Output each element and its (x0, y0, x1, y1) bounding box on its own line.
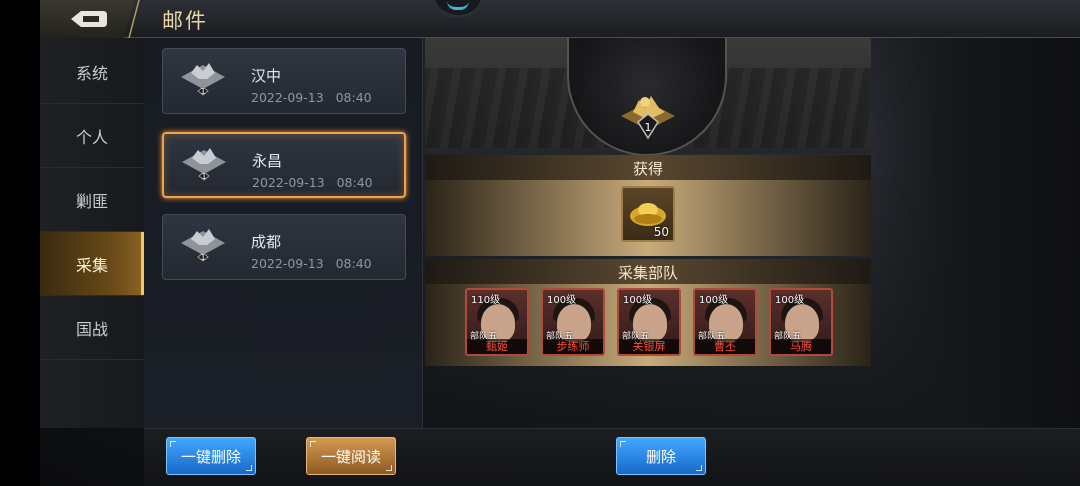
hero-card[interactable]: 110级 部队五 甄姬 (465, 288, 529, 356)
sidebar-item-system[interactable]: 系统 (40, 40, 144, 104)
hero-level: 110级 (471, 295, 501, 306)
mail-title: 永昌 (252, 152, 283, 170)
sidebar-item-personal[interactable]: 个人 (40, 104, 144, 168)
hero-level: 100级 (547, 295, 577, 306)
hero-card[interactable]: 100级 部队五 曹丕 (693, 288, 757, 356)
reward-band: 50 (425, 180, 871, 256)
sidebar-item-national-war[interactable]: 国战 (40, 296, 144, 360)
bottom-action-bar: 一键删除 一键阅读 删除 (144, 428, 1080, 486)
troop-band: 110级 部队五 甄姬 100级 部队五 步练师 100级 部队五 关银屏 10… (425, 284, 871, 366)
resource-tile-icon: 1 (182, 148, 226, 181)
hero-name: 马腾 (771, 339, 831, 354)
mail-date: 2022-09-13 (251, 90, 324, 105)
category-sidebar: 系统 个人 剿匪 采集 国战 (40, 38, 144, 428)
resource-level: 1 (200, 87, 205, 96)
mail-list-item[interactable]: 1 汉中 2022-09-13 08:40 (162, 48, 406, 114)
hero-name: 关银屏 (619, 339, 679, 354)
sidebar-item-label: 采集 (75, 255, 108, 275)
sidebar-item-gather[interactable]: 采集 (40, 232, 144, 296)
hero-name: 步练师 (543, 339, 603, 354)
reward-item[interactable]: 50 (621, 186, 675, 242)
title-separator (128, 0, 140, 38)
delete-all-button[interactable]: 一键删除 (166, 437, 256, 475)
reward-header: 获得 (425, 155, 871, 181)
hero-card[interactable]: 100级 部队五 马腾 (769, 288, 833, 356)
gold-mine-icon: 1 (621, 96, 675, 140)
sidebar-item-label: 剿匪 (75, 191, 108, 211)
mail-list: 1 汉中 2022-09-13 08:40 1 永昌 2022-09-13 08… (144, 38, 423, 428)
back-arrow-icon (70, 11, 107, 27)
mail-date: 2022-09-13 (251, 256, 324, 271)
resource-level: 1 (645, 121, 652, 134)
mail-title: 汉中 (251, 67, 282, 85)
read-all-label: 一键阅读 (320, 447, 381, 466)
resource-level: 1 (200, 253, 205, 262)
page-title: 邮件 (162, 9, 208, 33)
troops-header: 采集部队 (425, 259, 871, 285)
sidebar-item-label: 国战 (75, 319, 108, 339)
hero-name: 曹丕 (695, 339, 755, 354)
hero-name: 甄姬 (467, 339, 527, 354)
hero-level: 100级 (775, 295, 805, 306)
sidebar-item-label: 系统 (75, 63, 108, 83)
mail-time: 08:40 (335, 90, 372, 105)
right-rail (870, 0, 1080, 486)
mail-time: 08:40 (335, 256, 372, 271)
reward-count: 50 (653, 225, 669, 239)
resource-tile-icon: 1 (181, 63, 225, 96)
read-all-button[interactable]: 一键阅读 (306, 437, 396, 475)
resource-tile-icon: 1 (181, 229, 225, 262)
sidebar-item-bandits[interactable]: 剿匪 (40, 168, 144, 232)
hero-level: 100级 (699, 295, 729, 306)
delete-button[interactable]: 删除 (616, 437, 706, 475)
mail-timestamp: 2022-09-13 08:40 (251, 256, 372, 271)
left-rail (0, 0, 40, 486)
mail-screen: 邮件 系统 个人 剿匪 采集 国战 1 汉中 2022-09-13 08:40 … (0, 0, 1080, 486)
resource-level: 1 (201, 172, 206, 181)
mail-detail-panel: 1 获得 50 采集部队 110级 部队五 甄姬 100级 部队五 步练师 10… (425, 38, 871, 366)
mail-timestamp: 2022-09-13 08:40 (252, 175, 373, 190)
mail-list-item-selected[interactable]: 1 永昌 2022-09-13 08:40 (162, 132, 406, 198)
mail-date: 2022-09-13 (252, 175, 325, 190)
mail-title: 成都 (251, 233, 282, 251)
hero-level: 100级 (623, 295, 653, 306)
mail-list-item[interactable]: 1 成都 2022-09-13 08:40 (162, 214, 406, 280)
mail-time: 08:40 (336, 175, 373, 190)
delete-all-label: 一键删除 (180, 447, 241, 466)
delete-label: 删除 (645, 447, 676, 466)
mail-timestamp: 2022-09-13 08:40 (251, 90, 372, 105)
sidebar-item-label: 个人 (75, 127, 108, 147)
hero-card[interactable]: 100级 部队五 步练师 (541, 288, 605, 356)
hero-card[interactable]: 100级 部队五 关银屏 (617, 288, 681, 356)
back-button[interactable] (40, 0, 135, 38)
